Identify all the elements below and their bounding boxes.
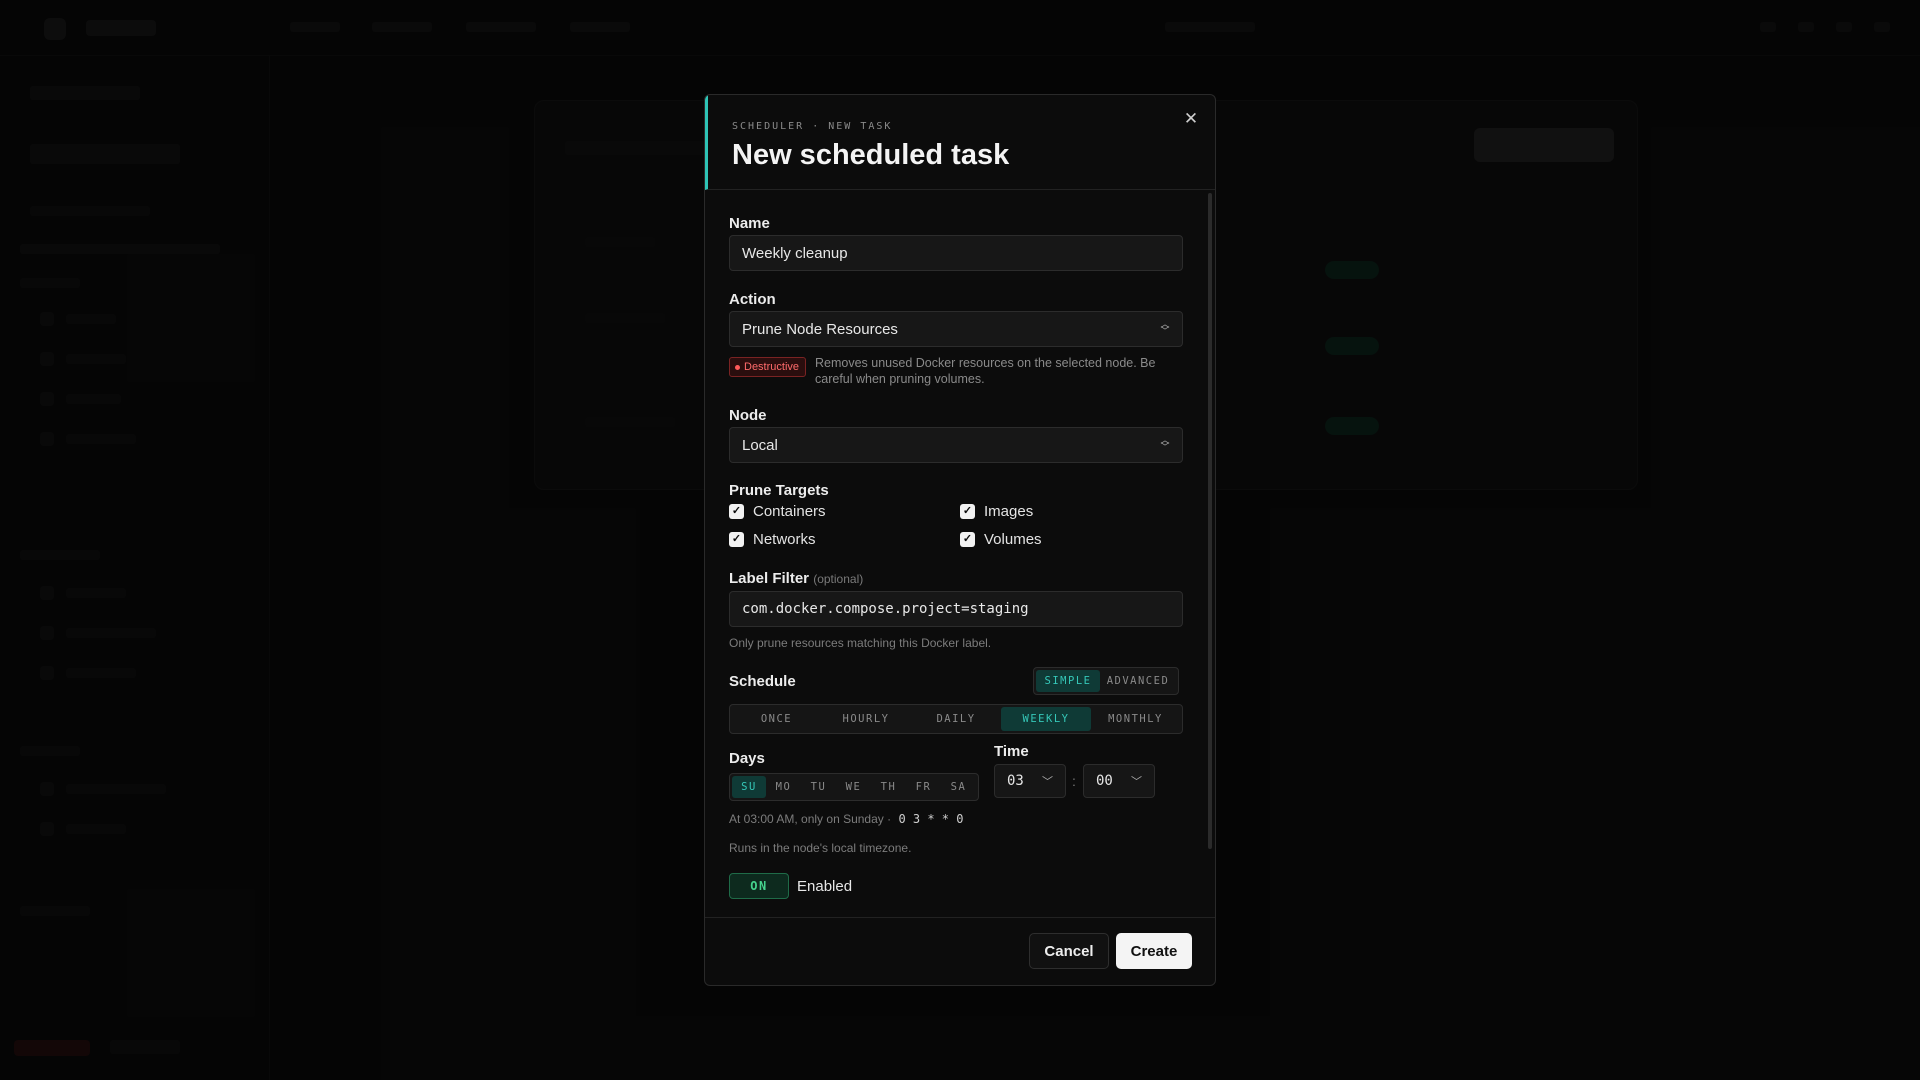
time-label: Time (994, 743, 1029, 760)
schedule-mode-toggle: SIMPLE ADVANCED (1033, 667, 1179, 695)
days-picker: SU MO TU WE TH FR SA (729, 773, 979, 801)
day-mo[interactable]: MO (766, 776, 801, 798)
frequency-tabs: ONCE HOURLY DAILY WEEKLY MONTHLY (729, 704, 1183, 734)
create-button[interactable]: Create (1116, 933, 1192, 969)
dialog-scrollbar-thumb[interactable] (1208, 193, 1212, 849)
chevron-up-down-icon: ︿ ﹀ (1160, 435, 1170, 452)
schedule-mode-simple[interactable]: SIMPLE (1036, 670, 1100, 692)
cancel-button[interactable]: Cancel (1029, 933, 1109, 969)
label-filter-hint: Only prune resources matching this Docke… (729, 636, 992, 650)
schedule-summary-text: At 03:00 AM, only on Sunday · (729, 812, 892, 826)
label-filter-label: Label Filter (optional) (729, 570, 863, 587)
time-minute-select[interactable]: 00 ﹀ (1083, 764, 1155, 798)
dialog-title: New scheduled task (732, 139, 1010, 171)
checkmark-icon: ✓ (729, 532, 744, 547)
label-filter-title: Label Filter (729, 570, 810, 587)
schedule-label: Schedule (729, 673, 796, 690)
time-hour-select[interactable]: 03 ﹀ (994, 764, 1066, 798)
destructive-badge: Destructive (729, 357, 807, 377)
frequency-once[interactable]: ONCE (732, 707, 821, 731)
time-minute-value: 00 (1096, 773, 1113, 789)
name-label: Name (729, 215, 770, 232)
action-description: Removes unused Docker resources on the s… (815, 356, 1156, 386)
target-networks-checkbox[interactable]: ✓ Networks (729, 531, 816, 548)
enabled-toggle[interactable]: ON (729, 873, 789, 899)
checkbox-label: Images (984, 503, 1034, 520)
checkmark-icon: ✓ (960, 504, 975, 519)
node-label: Node (729, 407, 767, 424)
checkbox-label: Networks (753, 531, 816, 548)
cron-expression: 0 3 * * 0 (898, 812, 964, 826)
checkmark-icon: ✓ (729, 504, 744, 519)
day-sa[interactable]: SA (941, 776, 976, 798)
day-su[interactable]: SU (732, 776, 766, 798)
time-separator: : (1072, 773, 1076, 789)
schedule-mode-advanced[interactable]: ADVANCED (1100, 670, 1176, 692)
label-filter-value: com.docker.compose.project=staging (742, 601, 1029, 617)
checkbox-label: Volumes (984, 531, 1042, 548)
prune-targets-label: Prune Targets (729, 482, 829, 499)
action-label: Action (729, 291, 776, 308)
dialog-header: SCHEDULER · NEW TASK New scheduled task (705, 95, 1215, 190)
chevron-up-down-icon: ︿ ﹀ (1160, 319, 1170, 336)
node-select[interactable]: Local ︿ ﹀ (729, 427, 1183, 463)
new-task-dialog: SCHEDULER · NEW TASK New scheduled task … (704, 94, 1216, 986)
frequency-daily[interactable]: DAILY (911, 707, 1001, 731)
frequency-monthly[interactable]: MONTHLY (1091, 707, 1180, 731)
chevron-down-icon: ﹀ (1131, 775, 1142, 788)
chevron-down-icon: ﹀ (1042, 775, 1053, 788)
action-select[interactable]: Prune Node Resources ︿ ﹀ (729, 311, 1183, 347)
action-select-value: Prune Node Resources (742, 320, 898, 338)
label-filter-input[interactable]: com.docker.compose.project=staging (729, 591, 1183, 627)
time-hour-value: 03 (1007, 773, 1024, 789)
frequency-hourly[interactable]: HOURLY (821, 707, 911, 731)
day-tu[interactable]: TU (801, 776, 836, 798)
day-we[interactable]: WE (836, 776, 871, 798)
name-input-value: Weekly cleanup (742, 244, 848, 262)
checkbox-label: Containers (753, 503, 826, 520)
dialog-eyebrow: SCHEDULER · NEW TASK (732, 121, 893, 132)
schedule-summary: At 03:00 AM, only on Sunday · 0 3 * * 0 (729, 812, 963, 826)
destructive-badge-label: Destructive (744, 361, 800, 373)
target-images-checkbox[interactable]: ✓ Images (960, 503, 1033, 520)
days-label: Days (729, 750, 765, 767)
name-input[interactable]: Weekly cleanup (729, 235, 1183, 271)
frequency-weekly[interactable]: WEEKLY (1001, 707, 1091, 731)
checkmark-icon: ✓ (960, 532, 975, 547)
target-containers-checkbox[interactable]: ✓ Containers (729, 503, 826, 520)
target-volumes-checkbox[interactable]: ✓ Volumes (960, 531, 1042, 548)
timezone-hint: Runs in the node's local timezone. (729, 841, 912, 855)
enabled-label: Enabled (797, 878, 853, 895)
label-filter-optional: (optional) (813, 572, 864, 586)
node-select-value: Local (742, 436, 778, 454)
day-fr[interactable]: FR (906, 776, 941, 798)
close-icon[interactable]: ✕ (1181, 109, 1201, 129)
destructive-dot-icon (735, 364, 740, 370)
day-th[interactable]: TH (871, 776, 906, 798)
